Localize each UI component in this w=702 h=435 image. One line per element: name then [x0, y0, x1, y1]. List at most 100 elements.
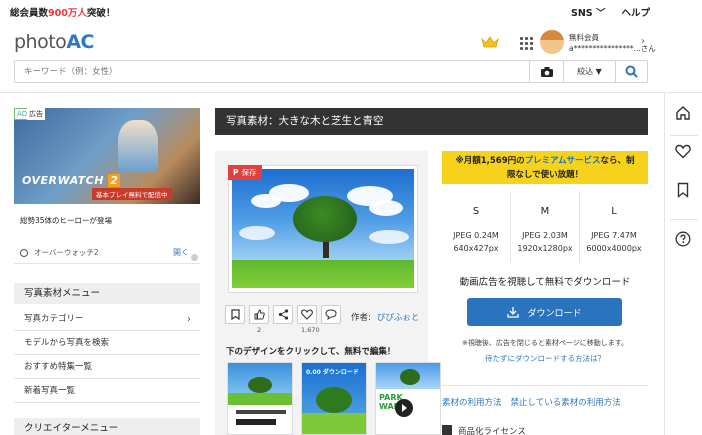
bookmark-button[interactable]	[225, 305, 245, 324]
photo-tree-canopy	[293, 196, 357, 242]
crown-icon[interactable]	[481, 35, 499, 52]
next-arrow-button[interactable]	[395, 399, 413, 417]
search-input[interactable]	[15, 61, 529, 82]
size-letter: L	[611, 206, 617, 217]
design-thumbnail[interactable]: 0.00 ダウンロード	[301, 362, 367, 435]
globe-icon	[20, 248, 28, 257]
like-count: 2	[257, 326, 262, 334]
pinterest-icon: P	[233, 168, 239, 177]
premium-promo[interactable]: ※月額1,569円のプレミアムサービスなら、制 限なしで使い放題！	[442, 151, 648, 184]
heart-icon	[675, 144, 691, 159]
menu-item-new-photos[interactable]: 新着写真一覧	[14, 380, 200, 403]
avatar[interactable]	[540, 30, 564, 54]
home-icon	[676, 106, 690, 120]
size-options: S JPEG 0.24M 640x427px M JPEG 2.03M 1920x1…	[442, 192, 648, 262]
photo-menu-heading: 写真素材メニュー	[14, 283, 200, 304]
ad-source-name: オーバーウォッチ2	[34, 248, 99, 257]
promo-suffix: なら、制	[600, 156, 635, 166]
prohibited-usage-link[interactable]: 禁止している素材の利用方法	[511, 396, 621, 408]
sns-menu[interactable]: SNS ﹀	[571, 5, 605, 19]
license-label: 商品化ライセンス	[458, 427, 526, 435]
size-option-s[interactable]: S JPEG 0.24M 640x427px	[442, 192, 510, 262]
share-button[interactable]	[273, 305, 293, 324]
divider	[670, 135, 698, 136]
like-button[interactable]	[249, 305, 269, 324]
camera-search-button[interactable]	[529, 61, 563, 82]
bookmarks-button[interactable]	[675, 182, 691, 201]
size-format: JPEG 2.03M	[522, 231, 568, 240]
help-icon	[675, 231, 691, 247]
ad-game-name: OVERWATCH	[22, 174, 104, 187]
ad-tag-ja: 広告	[27, 108, 45, 120]
member-count-banner: 総会員数900万人突破！	[10, 5, 115, 19]
ad-banner-text: 基本プレイ無料で配信中	[92, 188, 172, 200]
chevron-right-icon	[401, 404, 407, 412]
photo-cloud	[239, 226, 275, 240]
members-suffix: 突破！	[86, 8, 116, 19]
favorites-button[interactable]	[675, 144, 691, 162]
site-logo[interactable]: photoAC	[14, 31, 94, 53]
share-icon	[278, 309, 288, 320]
promo-premium-link[interactable]: プレミアムサービス	[525, 156, 601, 166]
ad-source: オーバーウォッチ2	[20, 247, 99, 258]
chevron-right-icon[interactable]: ›	[641, 36, 645, 47]
author-link[interactable]: ぴぴふぉと	[377, 313, 420, 323]
license-section[interactable]: 商品化ライセンス	[442, 425, 526, 435]
size-dims: 6000x4000px	[586, 244, 642, 253]
bookmark-icon	[677, 182, 689, 198]
sns-label: SNS	[571, 8, 593, 19]
search-button[interactable]	[615, 61, 647, 82]
members-prefix: 総会員数	[10, 8, 49, 19]
help-button[interactable]	[675, 231, 691, 250]
page-title: 写真素材：大きな木と芝生と青空	[215, 108, 648, 135]
help-link[interactable]: ヘルプ	[621, 5, 650, 19]
size-dims: 640x427px	[453, 244, 499, 253]
wait-free-link[interactable]: 待たずにダウンロードする方法は？	[442, 353, 648, 364]
design-thumbnail[interactable]	[227, 362, 293, 435]
divider	[442, 385, 648, 386]
ad-headline[interactable]: 総勢35体のヒーローが登場	[20, 215, 112, 226]
design-thumbnail[interactable]: PARK WALK	[375, 362, 441, 435]
menu-item-featured[interactable]: おすすめ特集一覧	[14, 356, 200, 379]
download-button-label: ダウンロード	[527, 308, 582, 319]
home-button[interactable]	[675, 105, 691, 124]
menu-item-categories[interactable]: 写真カテゴリー ›	[14, 308, 200, 331]
promo-line2: 限なしで使い放題！	[506, 170, 584, 180]
ad-banner[interactable]: AD 広告 OVERWATCH 2 基本プレイ無料で配信中	[14, 108, 200, 204]
filter-dropdown[interactable]: 絞込 ▼	[563, 61, 615, 82]
download-cta-text: 動画広告を視聴して無料でダウンロード	[459, 277, 631, 288]
chevron-right-icon: ›	[187, 314, 191, 325]
ad-hero-image	[118, 120, 158, 172]
members-count: 900万人	[48, 8, 87, 19]
logo-ac-text: AC	[66, 31, 94, 53]
size-option-m[interactable]: M JPEG 2.03M 1920x1280px	[510, 192, 579, 262]
heart-icon	[301, 309, 313, 320]
apps-grid-icon[interactable]	[520, 37, 533, 50]
menu-item-model-search[interactable]: モデルから写真を検索	[14, 332, 200, 355]
size-format: JPEG 0.24M	[453, 231, 499, 240]
divider	[670, 219, 698, 220]
ad-open-button[interactable]: 開く	[173, 247, 189, 258]
usage-link[interactable]: 素材の利用方法	[442, 396, 502, 408]
save-button[interactable]: P 保存	[228, 165, 262, 180]
author-info: 作者: ぴぴふぉと	[351, 311, 419, 323]
info-icon[interactable]	[191, 254, 198, 261]
comment-button[interactable]	[321, 305, 341, 324]
favorite-button[interactable]	[297, 305, 317, 324]
chevron-down-icon: ﹀	[595, 8, 606, 19]
favorite-count: 1,670	[301, 326, 320, 334]
download-note: ※視聴後、広告を閉じると素材ページに移動します。	[461, 339, 629, 347]
thumbs-up-icon	[254, 309, 265, 320]
camera-icon	[540, 66, 553, 77]
menu-item-label: モデルから写真を検索	[24, 338, 110, 348]
license-icon	[442, 425, 452, 435]
menu-item-label: 新着写真一覧	[24, 386, 76, 396]
photo-cloud	[369, 200, 403, 216]
size-option-l[interactable]: L JPEG 7.47M 6000x4000px	[579, 192, 648, 262]
bookmark-icon	[230, 309, 240, 320]
ad-game-title: OVERWATCH 2	[22, 174, 121, 187]
thumbnail-text: 0.00 ダウンロード	[306, 369, 359, 376]
download-button[interactable]: ダウンロード	[467, 298, 622, 326]
size-format: JPEG 7.47M	[591, 231, 637, 240]
main-photo[interactable]	[228, 165, 418, 293]
